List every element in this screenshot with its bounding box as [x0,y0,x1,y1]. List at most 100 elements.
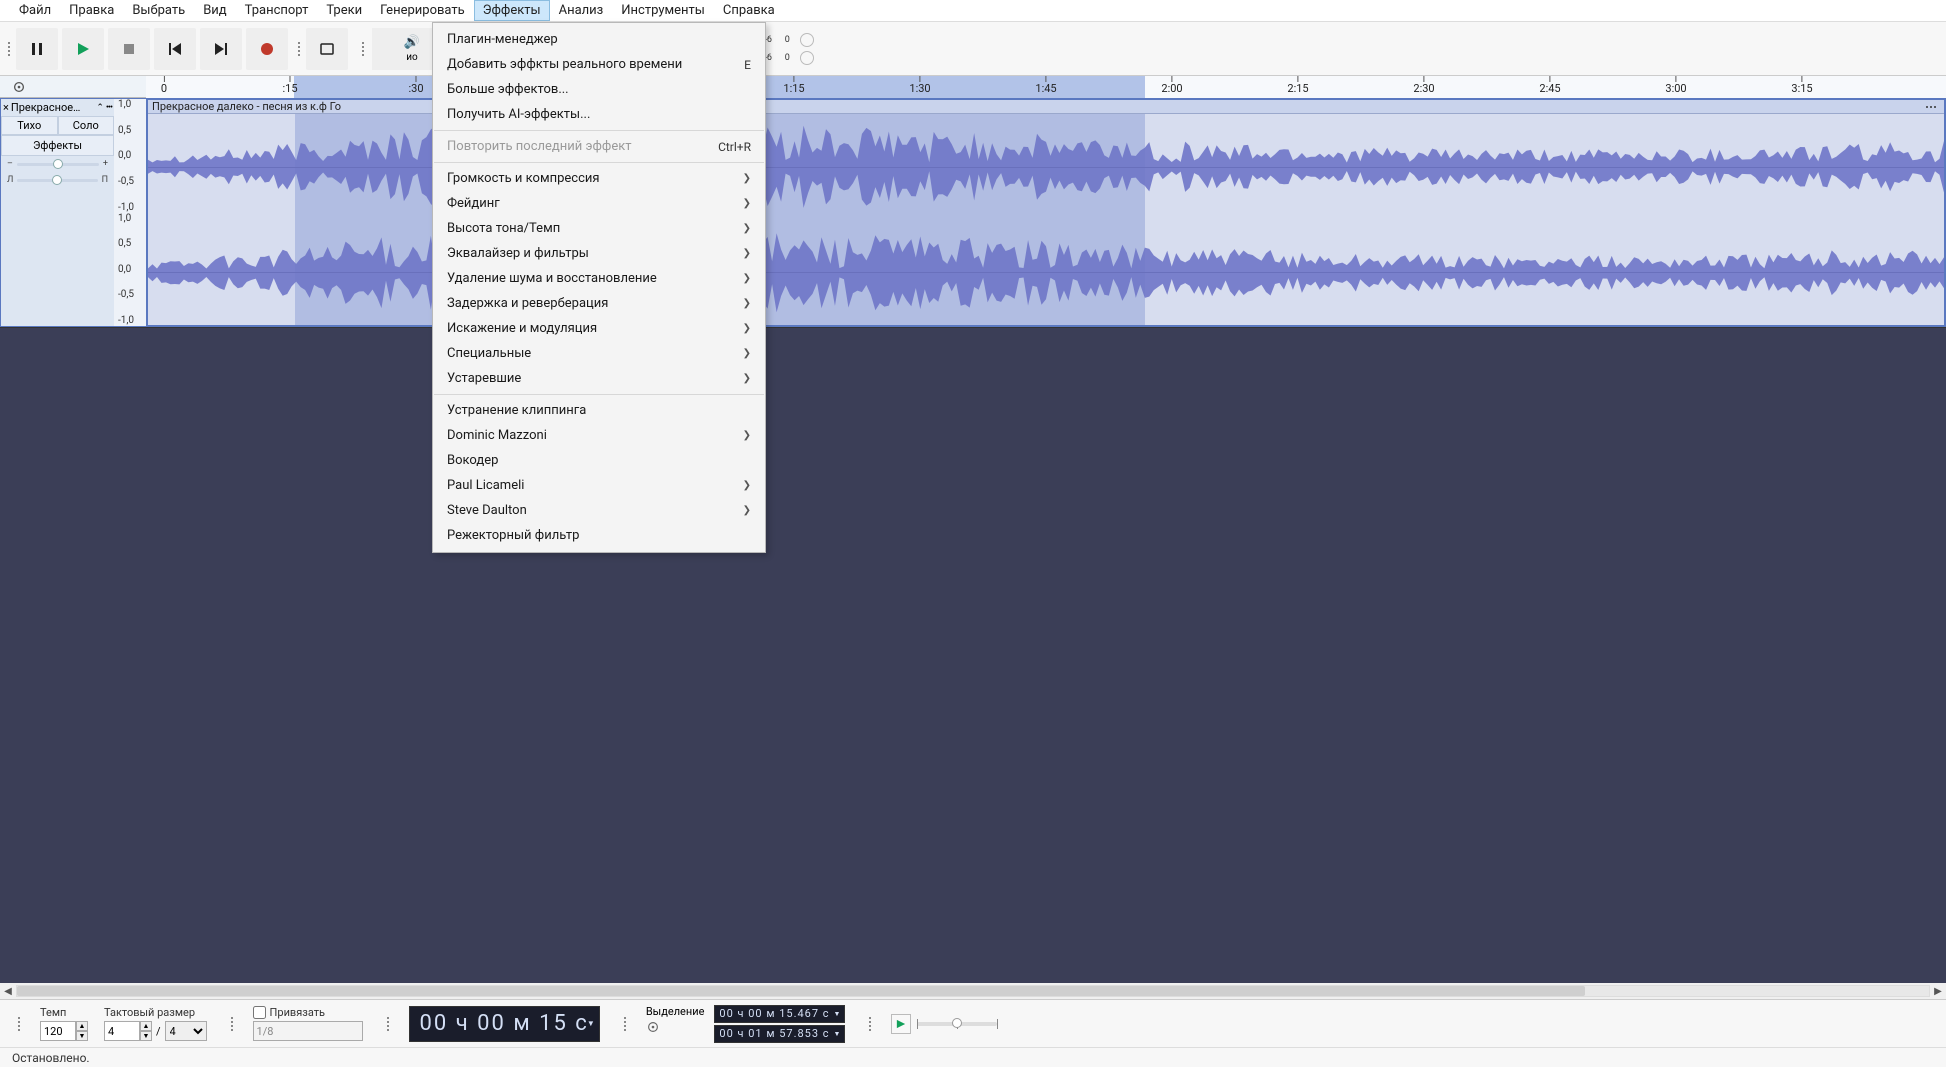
menu-выбрать[interactable]: Выбрать [123,0,194,21]
pause-button[interactable] [16,28,58,70]
gain-slider[interactable]: – + [1,156,114,172]
menu-item[interactable]: Удаление шума и восстановление❯ [433,266,765,291]
tempo-group: Темп ▲▼ [40,1006,88,1041]
clip-title[interactable]: Прекрасное далеко - песня из к.ф Го [148,100,1944,114]
status-text: Остановлено. [12,1051,90,1065]
horizontal-scrollbar[interactable]: ◀ ▶ [0,983,1946,999]
menu-генерировать[interactable]: Генерировать [371,0,474,21]
selection-end-display[interactable]: 00 ч 01 м 57.853 с▼ [714,1025,844,1043]
play-at-speed-button[interactable] [891,1014,911,1034]
menu-item[interactable]: Задержка и реверберация❯ [433,291,765,316]
track-control-panel: × Прекрасное… ⌃ ••• Тихо Соло Эффекты – … [0,98,114,327]
loop-button[interactable] [306,28,348,70]
track-effects-button[interactable]: Эффекты [1,135,114,156]
track-name[interactable]: Прекрасное… [11,101,94,114]
toolbar-grip[interactable] [227,1017,237,1031]
main-toolbar: 🔊 ио ⤴ Поделиться аудио 🎤 Л П -54-48-42-… [0,22,1946,76]
time-signature-group: Тактовый размер ▲▼ / 4 [104,1006,207,1041]
menu-bar: ФайлПравкаВыбратьВидТранспортТрекиГенери… [0,0,1946,22]
pan-slider[interactable]: Л П [1,172,114,188]
tempo-input[interactable] [40,1021,76,1041]
menu-item[interactable]: Высота тона/Темп❯ [433,216,765,241]
menu-справка[interactable]: Справка [714,0,784,21]
toolbar-grip[interactable] [14,1017,24,1031]
scroll-left-button[interactable]: ◀ [0,986,16,997]
skip-end-button[interactable] [200,28,242,70]
skip-start-button[interactable] [154,28,196,70]
menu-item[interactable]: Dominic Mazzoni❯ [433,423,765,448]
solo-button[interactable]: Соло [58,116,115,135]
menu-item: Повторить последний эффектCtrl+R [433,134,765,159]
toolbar-grip[interactable] [4,22,14,75]
timeline-ruler-row: 0:15:30:451:001:151:301:452:002:152:302:… [0,76,1946,98]
bottom-toolbar: Темп ▲▼ Тактовый размер ▲▼ / 4 Привязать… [0,999,1946,1047]
rec-level-indicator [800,33,814,47]
menu-файл[interactable]: Файл [10,0,60,21]
waveform-display[interactable]: Прекрасное далеко - песня из к.ф Го [146,98,1946,327]
track-collapse-icon[interactable]: ⌃ [96,103,104,113]
menu-item[interactable]: Устранение клиппинга [433,398,765,423]
tempo-up[interactable]: ▲ [76,1021,88,1031]
play-speed-group [891,1014,997,1034]
selection-start-display[interactable]: 00 ч 00 м 15.467 с▼ [714,1005,844,1023]
waveform-left-channel [148,114,1944,220]
menu-инструменты[interactable]: Инструменты [612,0,714,21]
menu-эффекты[interactable]: Эффекты [474,0,550,21]
menu-треки[interactable]: Треки [317,0,371,21]
menu-item[interactable]: Эквалайзер и фильтры❯ [433,241,765,266]
selection-settings-button[interactable] [646,1020,660,1034]
time-display[interactable]: 00 ч 00 м 15 с ▼ [409,1006,600,1042]
effects-menu-dropdown: Плагин-менеджерДобавить эффкты реального… [432,22,766,553]
selection-label: Выделение [646,1005,709,1018]
vertical-scale[interactable]: 1,00,50,0-0,5-1,0 1,00,50,0-0,5-1,0 [114,98,146,327]
play-speed-slider[interactable] [917,1022,997,1026]
play-button[interactable] [62,28,104,70]
mute-button[interactable]: Тихо [1,116,58,135]
menu-item[interactable]: Плагин-менеджер [433,27,765,52]
menu-item[interactable]: Steve Daulton❯ [433,498,765,523]
status-bar: Остановлено. [0,1047,1946,1067]
empty-track-space[interactable] [0,328,1946,983]
menu-item[interactable]: Устаревшие❯ [433,366,765,391]
scroll-right-button[interactable]: ▶ [1930,986,1946,997]
ts-numerator-input[interactable] [104,1021,140,1041]
menu-item[interactable]: Получить AI-эффекты... [433,102,765,127]
timeline-ruler[interactable]: 0:15:30:451:001:151:301:452:002:152:302:… [146,76,1946,98]
toolbar-grip[interactable] [620,1017,630,1031]
menu-item[interactable]: Искажение и модуляция❯ [433,316,765,341]
snap-checkbox[interactable] [253,1006,266,1019]
edit-tools [304,22,350,75]
menu-вид[interactable]: Вид [194,0,235,21]
menu-транспорт[interactable]: Транспорт [236,0,318,21]
tempo-down[interactable]: ▼ [76,1031,88,1041]
time-format-dropdown[interactable]: ▼ [587,1009,597,1039]
menu-правка[interactable]: Правка [60,0,123,21]
track-area: × Прекрасное… ⌃ ••• Тихо Соло Эффекты – … [0,98,1946,328]
play-level-indicator [800,51,814,65]
transport-controls [14,22,290,75]
toolbar-grip[interactable] [358,22,368,75]
snap-group: Привязать [253,1006,363,1041]
toolbar-grip[interactable] [865,1017,875,1031]
toolbar-grip[interactable] [383,1017,393,1031]
record-button[interactable] [246,28,288,70]
toolbar-grip[interactable] [294,22,304,75]
menu-анализ[interactable]: Анализ [550,0,613,21]
menu-item[interactable]: Больше эффектов... [433,77,765,102]
menu-item[interactable]: Добавить эффкты реального времениE [433,52,765,77]
snap-value-select[interactable] [253,1021,363,1041]
menu-item[interactable]: Paul Licameli❯ [433,473,765,498]
timeline-settings-button[interactable] [0,80,146,94]
waveform-right-channel [148,220,1944,326]
stop-button[interactable] [108,28,150,70]
menu-item[interactable]: Режекторный фильтр [433,523,765,548]
track-menu-icon[interactable]: ••• [106,103,112,113]
menu-item[interactable]: Фейдинг❯ [433,191,765,216]
menu-item[interactable]: Специальные❯ [433,341,765,366]
clip-menu-button[interactable] [1922,102,1940,112]
menu-item[interactable]: Вокодер [433,448,765,473]
track-close-button[interactable]: × [3,101,9,114]
ts-denominator-select[interactable]: 4 [165,1021,207,1041]
gear-icon [12,80,26,94]
menu-item[interactable]: Громкость и компрессия❯ [433,166,765,191]
